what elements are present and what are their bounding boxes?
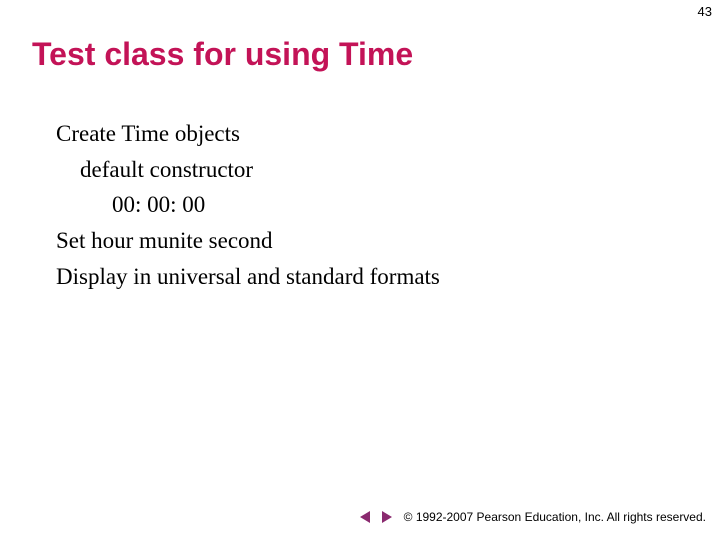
- content-line: Display in universal and standard format…: [56, 259, 680, 295]
- content-line: Set hour munite second: [56, 223, 680, 259]
- page-number: 43: [698, 4, 712, 19]
- next-button[interactable]: [378, 508, 396, 526]
- slide: 43 Test class for using Time Create Time…: [0, 0, 720, 540]
- nav-controls: [356, 508, 396, 526]
- footer: © 1992-2007 Pearson Education, Inc. All …: [356, 508, 706, 526]
- content-line: 00: 00: 00: [112, 187, 680, 223]
- slide-title: Test class for using Time: [32, 36, 413, 73]
- triangle-right-icon: [380, 510, 394, 524]
- copyright-text: © 1992-2007 Pearson Education, Inc. All …: [404, 510, 706, 524]
- triangle-left-icon: [358, 510, 372, 524]
- content-line: Create Time objects: [56, 116, 680, 152]
- content-line: default constructor: [80, 152, 680, 188]
- slide-content: Create Time objects default constructor …: [56, 116, 680, 294]
- prev-button[interactable]: [356, 508, 374, 526]
